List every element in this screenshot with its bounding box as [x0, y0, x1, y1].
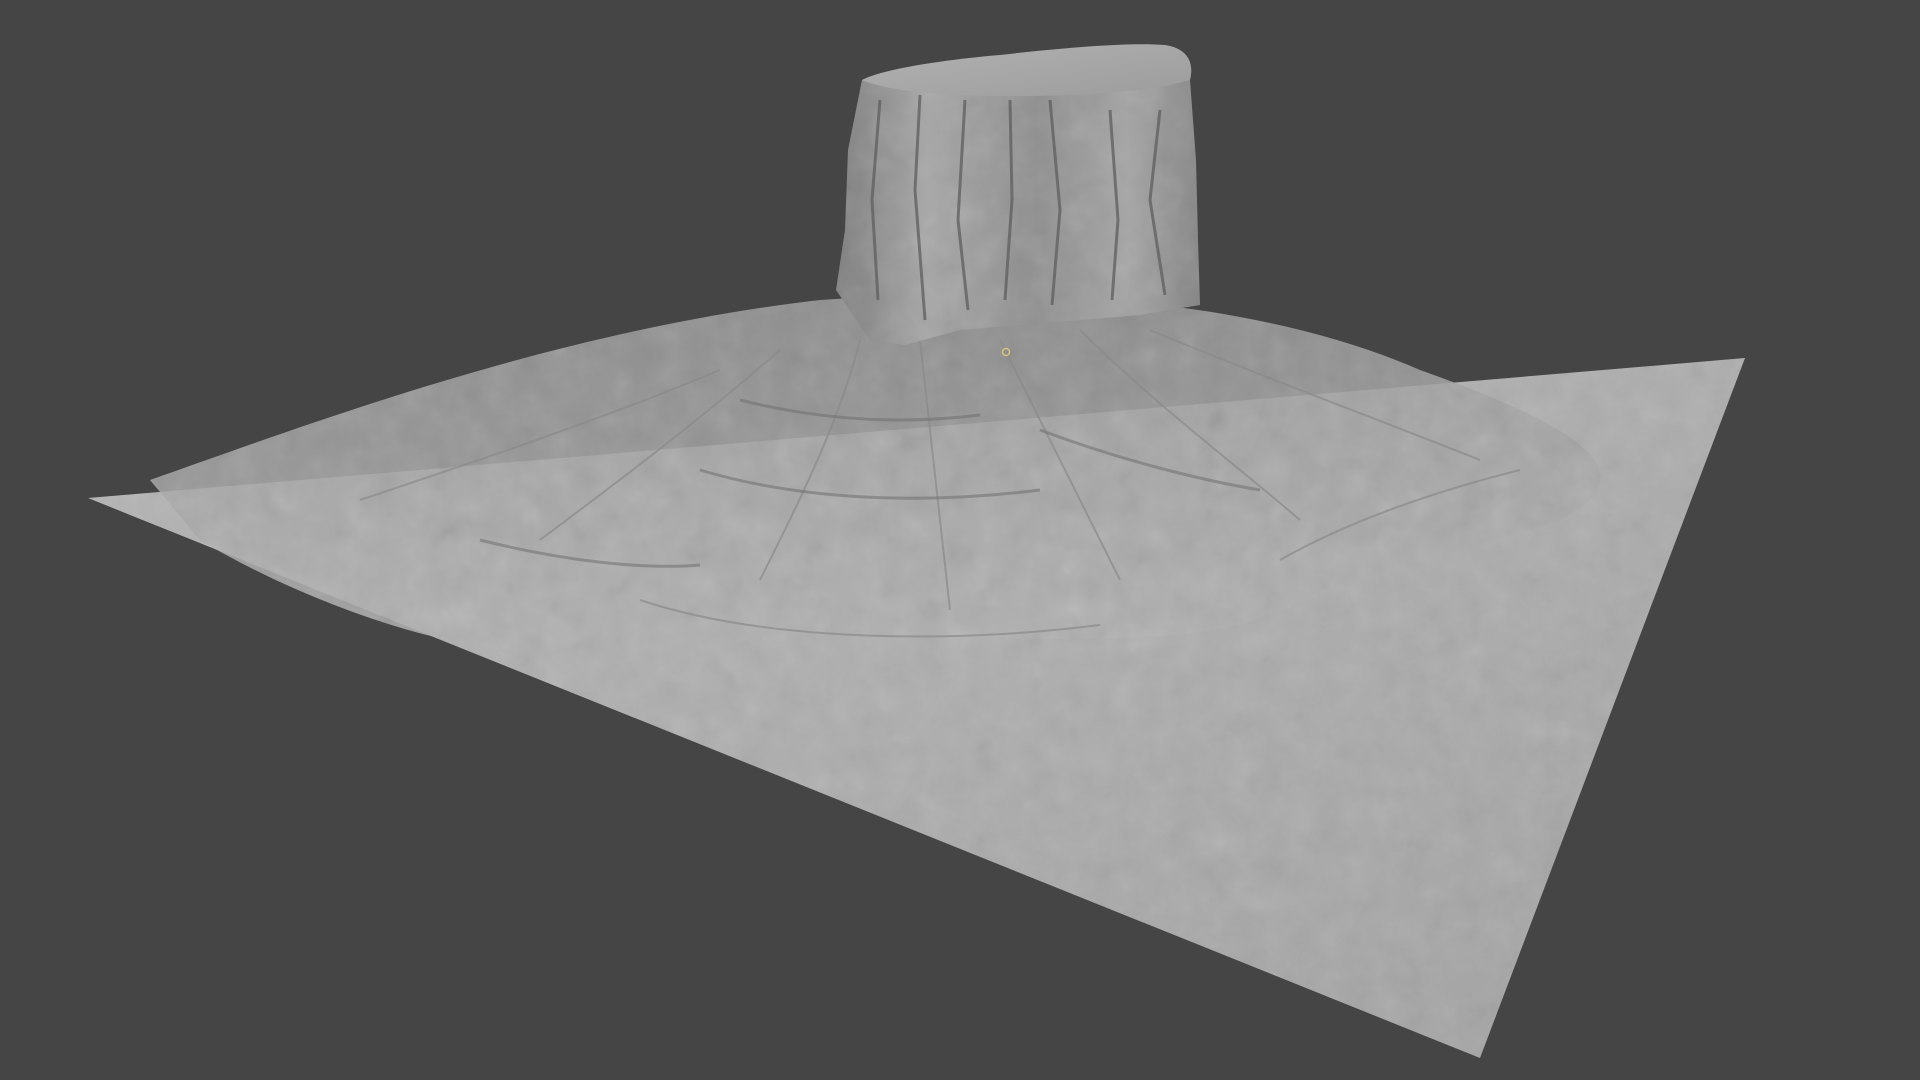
3d-viewport[interactable] — [0, 0, 1920, 1080]
mesa-top — [862, 44, 1192, 96]
mesa-cliff-texture — [836, 80, 1200, 345]
terrain-scene[interactable] — [0, 0, 1920, 1080]
